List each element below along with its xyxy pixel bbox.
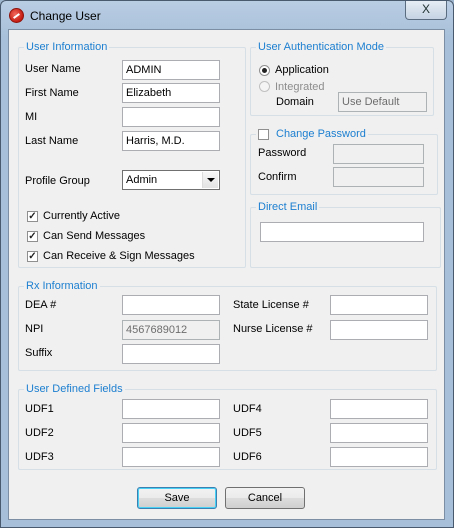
- user-name-label: User Name: [25, 63, 81, 75]
- udf3-field[interactable]: [122, 447, 220, 467]
- udf5-field[interactable]: [330, 423, 428, 443]
- change-password-legend: Change Password: [276, 128, 366, 140]
- nurse-license-label: Nurse License #: [233, 323, 313, 335]
- udf2-field[interactable]: [122, 423, 220, 443]
- direct-email-legend: Direct Email: [258, 201, 318, 213]
- profile-group-dropdown[interactable]: Admin: [122, 170, 220, 190]
- udf4-field[interactable]: [330, 399, 428, 419]
- application-radio[interactable]: [259, 65, 270, 76]
- currently-active-label[interactable]: Currently Active: [43, 209, 120, 223]
- currently-active-checkbox[interactable]: ✓: [27, 211, 38, 222]
- udf2-label: UDF2: [25, 427, 54, 439]
- dea-field[interactable]: [122, 295, 220, 315]
- dea-label: DEA #: [25, 299, 57, 311]
- save-button[interactable]: Save: [137, 487, 217, 509]
- change-user-window: Change User X User Information User Name…: [0, 0, 454, 528]
- first-name-label: First Name: [25, 87, 79, 99]
- last-name-label: Last Name: [25, 135, 79, 147]
- can-send-messages-label[interactable]: Can Send Messages: [43, 229, 145, 243]
- profile-group-label: Profile Group: [25, 175, 90, 187]
- chevron-down-icon[interactable]: [202, 172, 218, 188]
- close-button[interactable]: X: [405, 1, 447, 20]
- integrated-radio[interactable]: [259, 81, 270, 92]
- first-name-field[interactable]: Elizabeth: [122, 83, 220, 103]
- user-defined-fields-legend: User Defined Fields: [26, 383, 123, 395]
- can-receive-sign-label[interactable]: Can Receive & Sign Messages: [43, 249, 195, 263]
- mi-field[interactable]: [122, 107, 220, 127]
- window-title: Change User: [30, 9, 101, 23]
- domain-field[interactable]: Use Default: [338, 92, 427, 112]
- confirm-label: Confirm: [258, 171, 297, 183]
- profile-group-value: Admin: [126, 174, 158, 186]
- nurse-license-field[interactable]: [330, 320, 428, 340]
- confirm-password-field[interactable]: [333, 167, 424, 187]
- udf6-field[interactable]: [330, 447, 428, 467]
- state-license-field[interactable]: [330, 295, 428, 315]
- can-receive-sign-checkbox[interactable]: ✓: [27, 251, 38, 262]
- change-password-checkbox[interactable]: [258, 129, 269, 140]
- password-label: Password: [258, 147, 307, 159]
- suffix-field[interactable]: [122, 344, 220, 364]
- suffix-label: Suffix: [25, 347, 53, 359]
- application-label[interactable]: Application: [275, 63, 329, 77]
- direct-email-field[interactable]: [260, 222, 424, 242]
- mi-label: MI: [25, 111, 38, 123]
- udf5-label: UDF5: [233, 427, 262, 439]
- udf3-label: UDF3: [25, 451, 54, 463]
- cancel-button[interactable]: Cancel: [225, 487, 305, 509]
- udf1-field[interactable]: [122, 399, 220, 419]
- password-field[interactable]: [333, 144, 424, 164]
- dialog-body: User Information User Name ADMIN First N…: [8, 29, 445, 520]
- udf4-label: UDF4: [233, 403, 262, 415]
- domain-label: Domain: [276, 96, 314, 108]
- auth-mode-legend: User Authentication Mode: [258, 41, 384, 53]
- user-name-field[interactable]: ADMIN: [122, 60, 220, 80]
- user-information-legend: User Information: [26, 41, 108, 53]
- last-name-field[interactable]: Harris, M.D.: [122, 131, 220, 151]
- state-license-label: State License #: [233, 299, 309, 311]
- can-send-messages-checkbox[interactable]: ✓: [27, 231, 38, 242]
- npi-field[interactable]: 4567689012: [122, 320, 220, 340]
- udf6-label: UDF6: [233, 451, 262, 463]
- rx-information-legend: Rx Information: [26, 280, 98, 292]
- npi-label: NPI: [25, 323, 44, 335]
- title-bar[interactable]: Change User X: [1, 1, 453, 29]
- udf1-label: UDF1: [25, 403, 54, 415]
- app-logo-icon: [9, 8, 24, 23]
- integrated-label[interactable]: Integrated: [275, 80, 325, 94]
